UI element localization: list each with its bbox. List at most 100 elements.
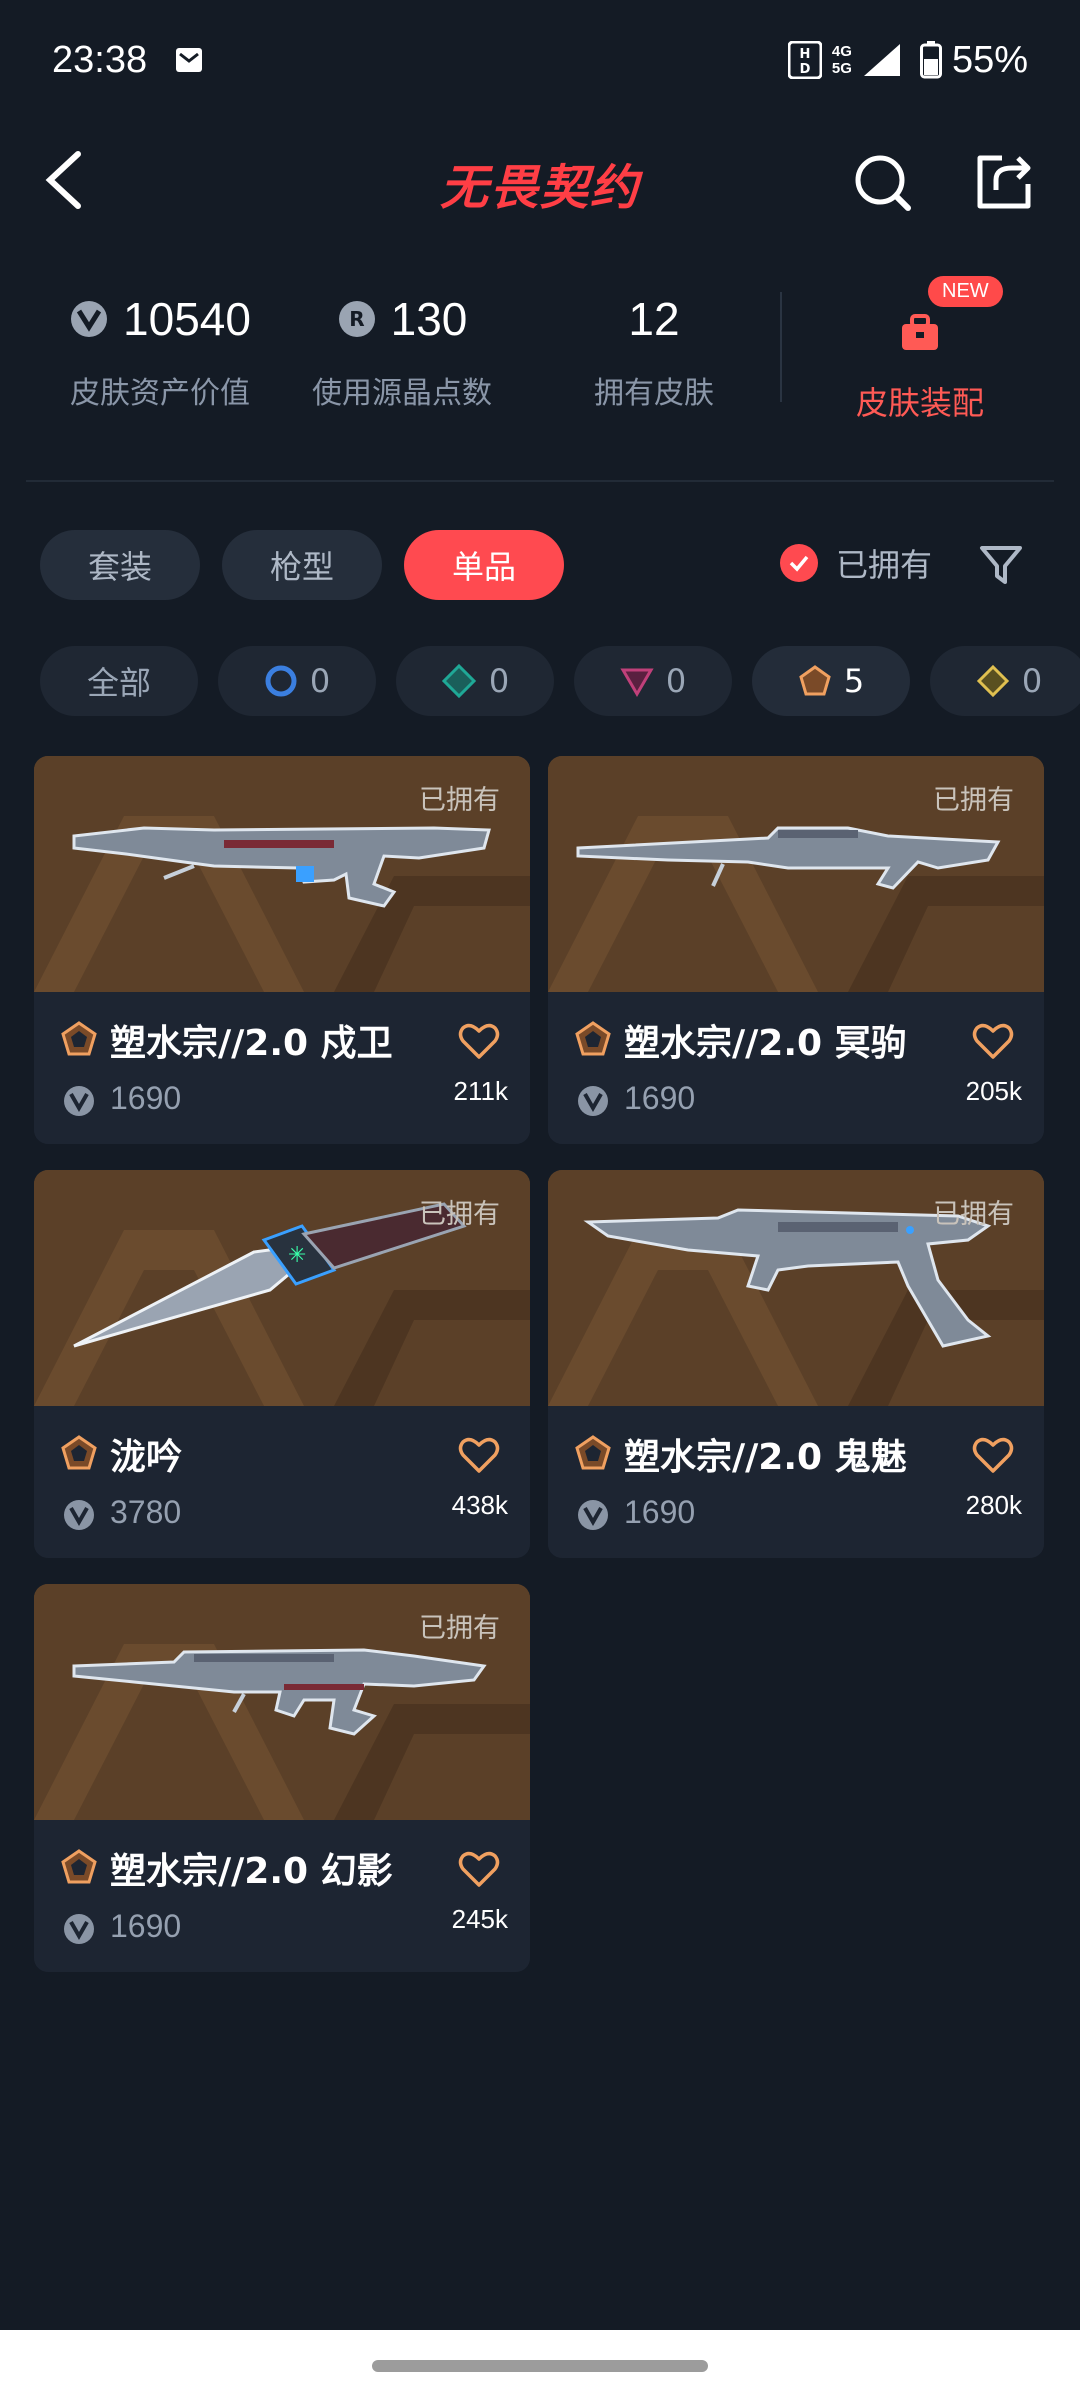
- home-indicator[interactable]: [372, 2360, 708, 2372]
- skin-likes: 205k: [965, 1076, 1022, 1106]
- select-tier-icon: [265, 665, 297, 697]
- owned-tag: 已拥有: [419, 1613, 500, 1644]
- ultra-tier-icon: [976, 664, 1009, 698]
- stat-owned-skins: 12 拥有皮肤: [534, 292, 774, 412]
- skin-card[interactable]: 已拥有塑水宗//2.0 冥驹 1690 205k: [548, 756, 1044, 1144]
- network-5g: 5G: [831, 60, 852, 77]
- heart-icon[interactable]: [972, 1436, 1014, 1474]
- exclusive-tier-icon: [799, 665, 831, 696]
- vp-coin-icon: [578, 1500, 608, 1530]
- status-bar: 23:38 H D 4G 5G 55%: [0, 0, 1080, 120]
- skin-image: 已拥有: [548, 756, 1044, 992]
- svg-text:R: R: [349, 307, 364, 331]
- svg-text:D: D: [800, 62, 811, 77]
- owned-tag: 已拥有: [419, 1199, 500, 1230]
- owned-filter-label: 已拥有: [836, 546, 933, 584]
- radianite-icon: R: [338, 301, 375, 337]
- skin-image: 已拥有: [34, 756, 530, 992]
- briefcase-icon: [902, 314, 938, 350]
- network-4g: 4G: [831, 43, 852, 60]
- filter-icon[interactable]: [978, 542, 1024, 588]
- exclusive-tier-icon: [575, 1435, 611, 1470]
- checkbox-checked-icon[interactable]: [780, 544, 818, 582]
- owned-tag: 已拥有: [933, 1199, 1014, 1230]
- stat-radianite-label: 使用源晶点数: [312, 376, 492, 411]
- exclusive-tier-icon: [61, 1849, 97, 1884]
- vp-coin-icon: [64, 1500, 94, 1530]
- skin-price: 1690: [624, 1494, 696, 1530]
- rarity-chip-all-label: 全部: [86, 664, 151, 702]
- stat-asset-value-number: 10540: [123, 293, 251, 345]
- stat-asset-value-label: 皮肤资产价值: [70, 376, 250, 411]
- stat-asset-value: 10540 皮肤资产价值: [40, 292, 280, 412]
- app-header: 无畏契约: [0, 120, 1080, 240]
- skin-price: 1690: [110, 1080, 182, 1116]
- rarity-chip-premium-count: 0: [665, 662, 687, 700]
- skin-card[interactable]: 已拥有塑水宗//2.0 幻影 1690 245k: [34, 1584, 530, 1972]
- heart-icon[interactable]: [458, 1022, 500, 1060]
- owned-filter-toggle[interactable]: 已拥有: [780, 540, 932, 586]
- skin-name: 塑水宗//2.0 鬼魅: [624, 1437, 907, 1478]
- heart-icon[interactable]: [972, 1022, 1014, 1060]
- rarity-chip-all[interactable]: 全部: [40, 646, 198, 716]
- outfit-button[interactable]: NEW 皮肤装配: [800, 262, 1040, 424]
- skin-name: 塑水宗//2.0 冥驹: [624, 1023, 907, 1064]
- share-icon[interactable]: [972, 150, 1036, 214]
- stat-radianite-number: 130: [390, 293, 468, 345]
- rarity-chip-exclusive-count: 5: [843, 662, 865, 700]
- vp-coin-icon: [578, 1086, 608, 1116]
- exclusive-tier-icon: [61, 1435, 97, 1470]
- battery-level: 55%: [951, 38, 1028, 81]
- signal-icon: [863, 44, 900, 76]
- skin-likes: 245k: [451, 1904, 508, 1934]
- skin-info: 塑水宗//2.0 鬼魅 1690 280k: [548, 1406, 1044, 1558]
- skin-info: 塑水宗//2.0 幻影 1690 245k: [34, 1820, 530, 1972]
- rarity-chip-ultra[interactable]: 0: [930, 646, 1080, 716]
- skin-image: 已拥有: [34, 1584, 530, 1820]
- rarity-filter-row: 全部 0 0 0 5 0: [0, 646, 1080, 718]
- tab-weapon-type[interactable]: 枪型: [222, 530, 382, 600]
- skin-info: 塑水宗//2.0 冥驹 1690 205k: [548, 992, 1044, 1144]
- vp-coin-icon: [64, 1086, 94, 1116]
- skin-price: 3780: [110, 1494, 182, 1530]
- vp-coin-icon: [64, 1914, 94, 1944]
- category-tabs: 套装 枪型 单品 已拥有: [0, 530, 1080, 602]
- skin-likes: 211k: [453, 1076, 508, 1106]
- skin-name: 泷吟: [110, 1437, 183, 1478]
- search-icon[interactable]: [850, 150, 914, 214]
- skin-info: 泷吟 3780 438k: [34, 1406, 530, 1558]
- exclusive-tier-icon: [61, 1021, 97, 1056]
- rarity-chip-deluxe-count: 0: [488, 662, 510, 700]
- skin-info: 塑水宗//2.0 戍卫 1690 211k: [34, 992, 530, 1144]
- skin-likes: 438k: [451, 1490, 508, 1520]
- mail-notification-icon: [176, 48, 203, 72]
- svg-text:H: H: [799, 47, 810, 62]
- rarity-chip-premium[interactable]: 0: [574, 646, 732, 716]
- heart-icon[interactable]: [458, 1436, 500, 1474]
- exclusive-tier-icon: [575, 1021, 611, 1056]
- owned-tag: 已拥有: [933, 785, 1014, 816]
- skin-card[interactable]: 已拥有塑水宗//2.0 鬼魅 1690 280k: [548, 1170, 1044, 1558]
- hd-icon: H D: [787, 41, 822, 79]
- tab-bundle[interactable]: 套装: [40, 530, 200, 600]
- skin-price: 1690: [624, 1080, 696, 1116]
- heart-icon[interactable]: [458, 1850, 500, 1888]
- rarity-chip-exclusive[interactable]: 5: [752, 646, 910, 716]
- battery-icon: [919, 41, 942, 79]
- skin-likes: 280k: [965, 1490, 1022, 1520]
- rarity-chip-deluxe[interactable]: 0: [396, 646, 554, 716]
- skin-image: ✳ 已拥有: [34, 1170, 530, 1406]
- skin-card[interactable]: 已拥有塑水宗//2.0 戍卫 1690 211k: [34, 756, 530, 1144]
- rarity-chip-select[interactable]: 0: [218, 646, 376, 716]
- new-badge: NEW: [928, 276, 1003, 307]
- skin-name: 塑水宗//2.0 戍卫: [110, 1023, 393, 1064]
- stat-radianite: R 130 使用源晶点数: [282, 292, 522, 412]
- skin-image: 已拥有: [548, 1170, 1044, 1406]
- status-time: 23:38: [52, 38, 148, 81]
- network-type: 4G 5G: [832, 43, 852, 77]
- section-divider: [26, 480, 1054, 482]
- tab-single-item[interactable]: 单品: [404, 530, 564, 600]
- skin-card[interactable]: ✳ 已拥有泷吟 3780 438k: [34, 1170, 530, 1558]
- vp-coin-icon: [71, 301, 108, 337]
- stat-owned-skins-label: 拥有皮肤: [594, 376, 714, 411]
